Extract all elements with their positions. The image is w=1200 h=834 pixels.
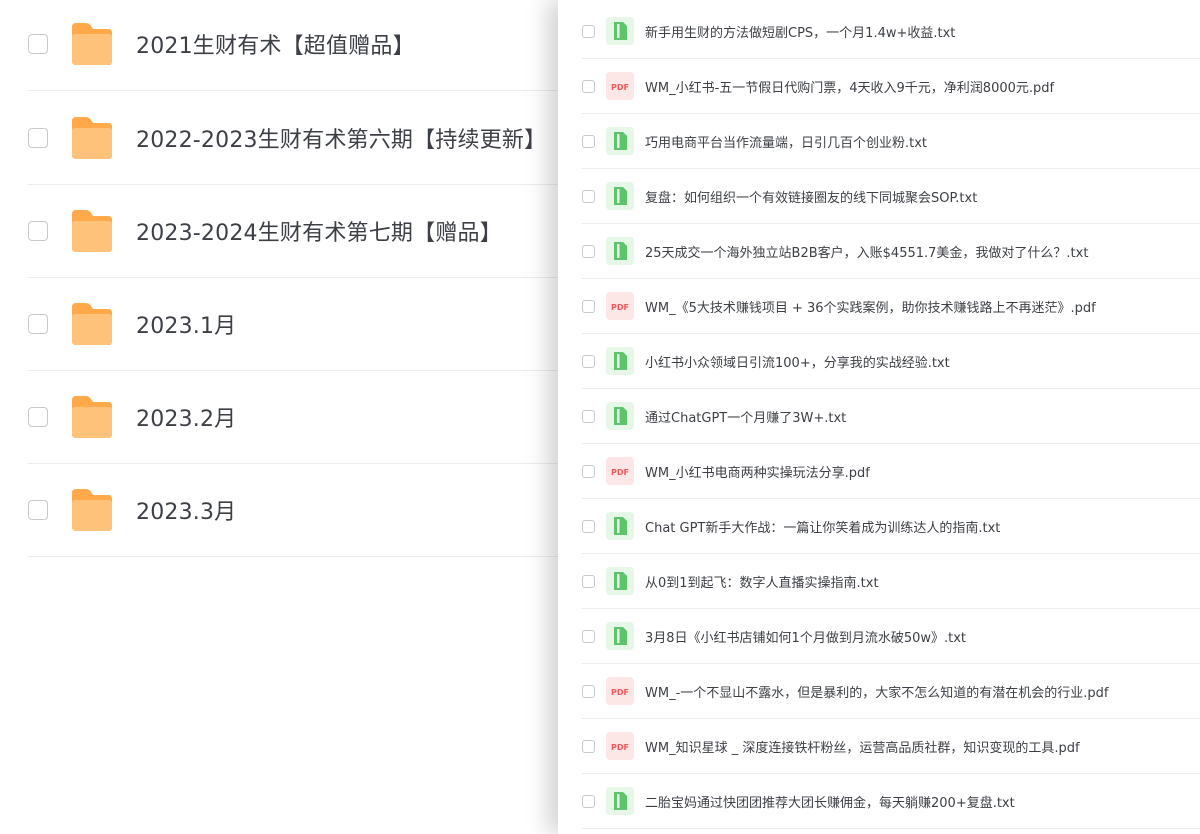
file-name: Chat GPT新手大作战：一篇让你笑着成为训练达人的指南.txt bbox=[645, 520, 1001, 536]
file-row[interactable]: 复盘：如何组织一个有效链接圈友的线下同城聚会SOP.txt bbox=[582, 169, 1200, 224]
folder-icon bbox=[72, 302, 112, 345]
checkbox[interactable] bbox=[582, 684, 595, 698]
checkbox[interactable] bbox=[582, 794, 595, 808]
txt-file-icon bbox=[606, 567, 634, 595]
checkbox[interactable] bbox=[28, 406, 48, 427]
txt-file-icon bbox=[606, 512, 634, 540]
folder-icon bbox=[72, 395, 112, 438]
checkbox[interactable] bbox=[582, 134, 595, 148]
txt-file-icon bbox=[606, 17, 634, 45]
file-row[interactable]: 3月8日《小红书店铺如何1个月做到月流水破50w》.txt bbox=[582, 609, 1200, 664]
file-row[interactable]: 从0到1到起飞：数字人直播实操指南.txt bbox=[582, 554, 1200, 609]
checkbox[interactable] bbox=[582, 24, 595, 38]
file-row[interactable]: 通过ChatGPT一个月赚了3W+.txt bbox=[582, 389, 1200, 444]
file-name: 巧用电商平台当作流量端，日引几百个创业粉.txt bbox=[645, 135, 928, 151]
file-row[interactable]: PDF WM_《5大技术赚钱项目 + 36个实践案例，助你技术赚钱路上不再迷茫》… bbox=[582, 279, 1200, 334]
folder-list: 2021生财有术【超值赠品】 2022-2023生财有术第六期【持续更新】 20… bbox=[0, 0, 560, 834]
txt-file-icon bbox=[606, 622, 634, 650]
file-name: WM_《5大技术赚钱项目 + 36个实践案例，助你技术赚钱路上不再迷茫》.pdf bbox=[645, 300, 1096, 316]
folder-row[interactable]: 2023.2月 bbox=[28, 370, 560, 464]
folder-name: 2021生财有术【超值赠品】 bbox=[136, 33, 415, 59]
file-name: 二胎宝妈通过快团团推荐大团长赚佣金，每天躺赚200+复盘.txt bbox=[645, 795, 1015, 811]
folder-row[interactable]: 2022-2023生财有术第六期【持续更新】 bbox=[28, 91, 560, 185]
file-name: 25天成交一个海外独立站B2B客户，入账$4551.7美金，我做对了什么？.tx… bbox=[645, 245, 1089, 261]
folder-icon bbox=[72, 209, 112, 252]
folder-name: 2023-2024生财有术第七期【赠品】 bbox=[136, 220, 502, 246]
folder-row[interactable]: 2023.1月 bbox=[28, 277, 560, 371]
file-name: WM_知识星球 _ 深度连接铁杆粉丝，运营高品质社群，知识变现的工具.pdf bbox=[645, 740, 1080, 756]
file-name: 新手用生财的方法做短剧CPS，一个月1.4w+收益.txt bbox=[645, 25, 956, 41]
folder-name: 2023.3月 bbox=[136, 499, 237, 525]
file-name: 通过ChatGPT一个月赚了3W+.txt bbox=[645, 410, 847, 426]
file-name: WM_小红书-五一节假日代购门票，4天收入9千元，净利润8000元.pdf bbox=[645, 80, 1055, 96]
pdf-label: PDF bbox=[611, 743, 629, 752]
pdf-label: PDF bbox=[611, 688, 629, 697]
pdf-file-icon: PDF bbox=[606, 457, 634, 485]
txt-file-icon bbox=[606, 402, 634, 430]
pdf-label: PDF bbox=[611, 303, 629, 312]
checkbox[interactable] bbox=[582, 189, 595, 203]
file-name: WM_小红书电商两种实操玩法分享.pdf bbox=[645, 465, 870, 481]
file-name: 复盘：如何组织一个有效链接圈友的线下同城聚会SOP.txt bbox=[645, 190, 978, 206]
txt-file-icon bbox=[606, 787, 634, 815]
checkbox[interactable] bbox=[28, 499, 48, 520]
pdf-file-icon: PDF bbox=[606, 732, 634, 760]
checkbox[interactable] bbox=[582, 299, 595, 313]
txt-file-icon bbox=[606, 347, 634, 375]
checkbox[interactable] bbox=[582, 739, 595, 753]
txt-file-icon bbox=[606, 182, 634, 210]
checkbox[interactable] bbox=[582, 354, 595, 368]
file-row[interactable]: 25天成交一个海外独立站B2B客户，入账$4551.7美金，我做对了什么？.tx… bbox=[582, 224, 1200, 279]
file-row[interactable]: PDF WM_知识星球 _ 深度连接铁杆粉丝，运营高品质社群，知识变现的工具.p… bbox=[582, 719, 1200, 774]
folder-name: 2023.1月 bbox=[136, 313, 237, 339]
file-row[interactable]: PDF WM_小红书-五一节假日代购门票，4天收入9千元，净利润8000元.pd… bbox=[582, 59, 1200, 114]
folder-name: 2022-2023生财有术第六期【持续更新】 bbox=[136, 127, 547, 153]
file-name: 小红书小众领域日引流100+，分享我的实战经验.txt bbox=[645, 355, 950, 371]
file-browser: 2021生财有术【超值赠品】 2022-2023生财有术第六期【持续更新】 20… bbox=[0, 0, 1200, 834]
pdf-file-icon: PDF bbox=[606, 677, 634, 705]
checkbox[interactable] bbox=[28, 127, 48, 148]
folder-icon bbox=[72, 488, 112, 531]
checkbox[interactable] bbox=[582, 244, 595, 258]
folder-name: 2023.2月 bbox=[136, 406, 237, 432]
folder-row[interactable]: 2023-2024生财有术第七期【赠品】 bbox=[28, 184, 560, 278]
file-row[interactable]: 二胎宝妈通过快团团推荐大团长赚佣金，每天躺赚200+复盘.txt bbox=[582, 774, 1200, 829]
file-row[interactable]: Chat GPT新手大作战：一篇让你笑着成为训练达人的指南.txt bbox=[582, 499, 1200, 554]
pdf-label: PDF bbox=[611, 468, 629, 477]
checkbox[interactable] bbox=[28, 220, 48, 241]
checkbox[interactable] bbox=[582, 79, 595, 93]
file-row[interactable]: 巧用电商平台当作流量端，日引几百个创业粉.txt bbox=[582, 114, 1200, 169]
checkbox[interactable] bbox=[582, 409, 595, 423]
checkbox[interactable] bbox=[582, 629, 595, 643]
file-row[interactable]: PDF WM_小红书电商两种实操玩法分享.pdf bbox=[582, 444, 1200, 499]
folder-row[interactable]: 2023.3月 bbox=[28, 463, 560, 557]
checkbox[interactable] bbox=[582, 464, 595, 478]
pdf-label: PDF bbox=[611, 83, 629, 92]
txt-file-icon bbox=[606, 127, 634, 155]
checkbox[interactable] bbox=[28, 313, 48, 334]
file-row[interactable]: 小红书小众领域日引流100+，分享我的实战经验.txt bbox=[582, 334, 1200, 389]
folder-icon bbox=[72, 22, 112, 65]
pdf-file-icon: PDF bbox=[606, 292, 634, 320]
file-row[interactable]: 新手用生财的方法做短剧CPS，一个月1.4w+收益.txt bbox=[582, 4, 1200, 59]
checkbox[interactable] bbox=[28, 33, 48, 54]
file-list-panel: 新手用生财的方法做短剧CPS，一个月1.4w+收益.txt PDF WM_小红书… bbox=[558, 0, 1200, 834]
checkbox[interactable] bbox=[582, 574, 595, 588]
file-name: WM_-一个不显山不露水，但是暴利的，大家不怎么知道的有潜在机会的行业.pdf bbox=[645, 685, 1109, 701]
folder-icon bbox=[72, 116, 112, 159]
pdf-file-icon: PDF bbox=[606, 72, 634, 100]
checkbox[interactable] bbox=[582, 519, 595, 533]
txt-file-icon bbox=[606, 237, 634, 265]
file-name: 从0到1到起飞：数字人直播实操指南.txt bbox=[645, 575, 879, 591]
file-name: 3月8日《小红书店铺如何1个月做到月流水破50w》.txt bbox=[645, 630, 967, 646]
file-row[interactable]: PDF WM_-一个不显山不露水，但是暴利的，大家不怎么知道的有潜在机会的行业.… bbox=[582, 664, 1200, 719]
folder-row[interactable]: 2021生财有术【超值赠品】 bbox=[28, 0, 560, 91]
